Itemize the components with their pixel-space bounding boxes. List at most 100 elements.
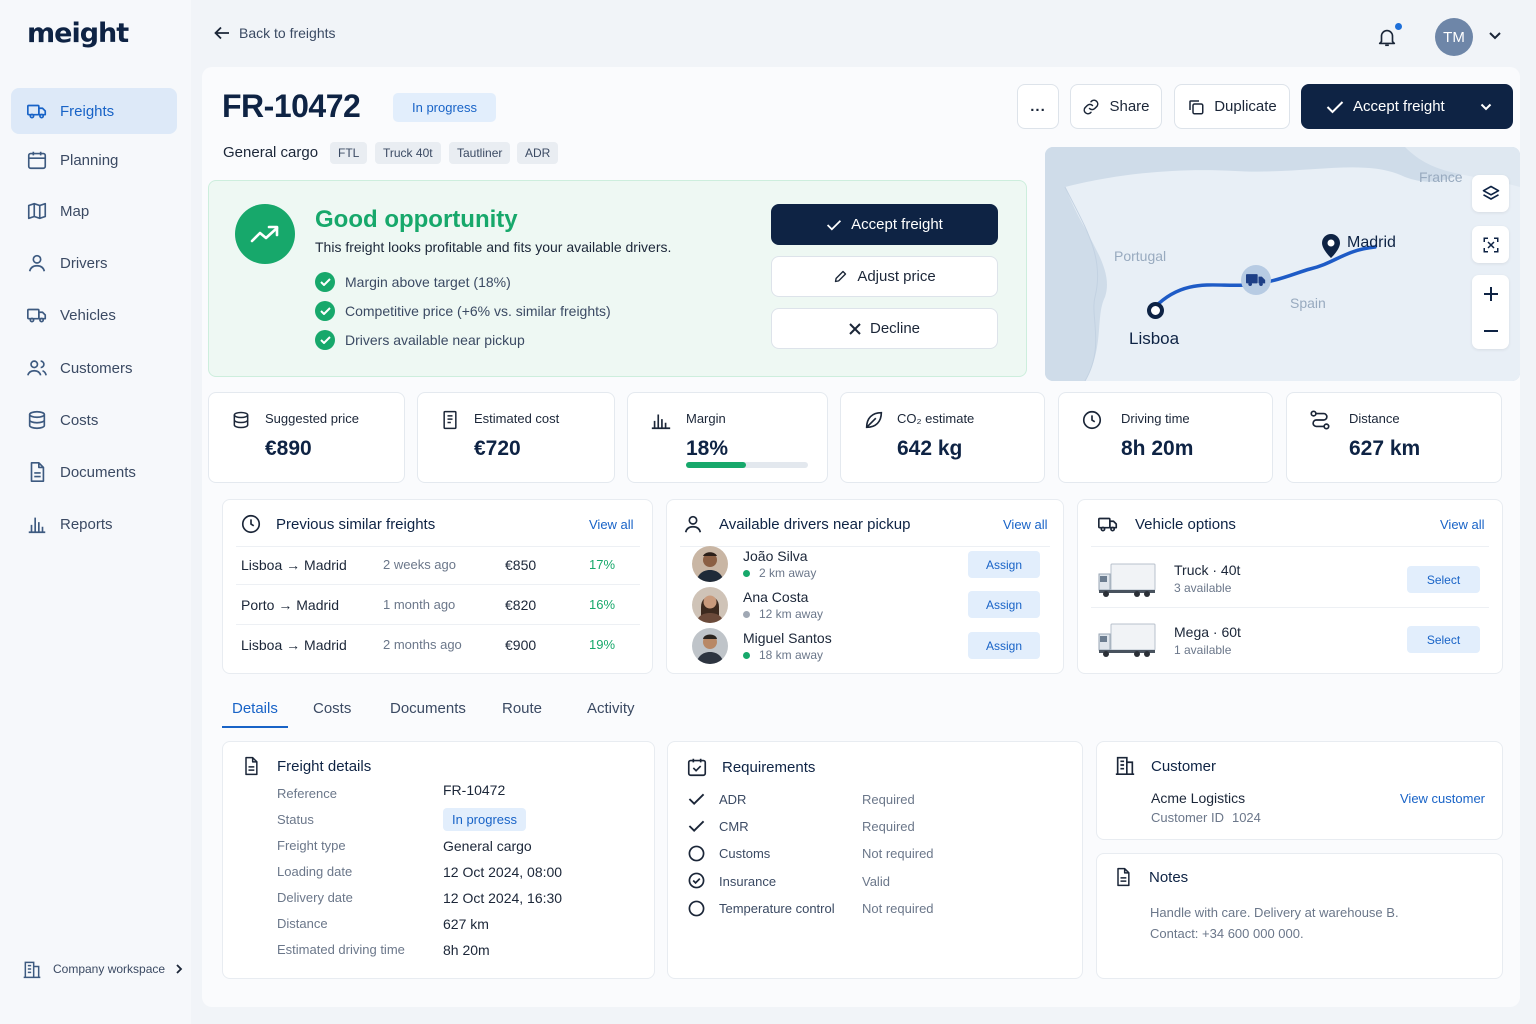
assign-button[interactable]: Assign	[968, 632, 1040, 659]
duplicate-button[interactable]: Duplicate	[1174, 84, 1290, 129]
status-dot	[743, 610, 750, 618]
customer-id-value: 1024	[1231, 810, 1261, 825]
assign-button[interactable]: Assign	[968, 551, 1040, 578]
driver-distance-text: 18 km away	[759, 648, 824, 662]
sidebar-item-documents[interactable]: Documents	[11, 449, 177, 495]
zoom-in-icon[interactable]	[1483, 275, 1498, 312]
select-vehicle-button[interactable]: Select	[1407, 566, 1480, 593]
drivers-view-all-link[interactable]: View all	[1003, 517, 1048, 532]
detail-value: FR-10472	[443, 782, 506, 798]
sidebar-item-reports[interactable]: Reports	[11, 501, 177, 547]
map-layers-button[interactable]	[1472, 175, 1509, 212]
sidebar-item-label: Documents	[60, 463, 136, 481]
share-button[interactable]: Share	[1070, 84, 1162, 129]
driver-avatar	[692, 628, 728, 664]
check-circle-icon	[688, 872, 705, 889]
vehicle-availability: 3 available	[1174, 581, 1232, 595]
arrow-left-icon	[214, 26, 230, 40]
driver-name[interactable]: Miguel Santos	[743, 630, 832, 646]
stat-value: 642 kg	[897, 437, 963, 460]
zoom-out-icon[interactable]	[1483, 312, 1498, 349]
detail-label: Freight type	[277, 838, 346, 853]
decline-button[interactable]: Decline	[771, 308, 998, 349]
tab-activity[interactable]: Activity	[587, 700, 635, 717]
notifications-button[interactable]	[1376, 25, 1398, 52]
chevron-down-icon	[1488, 31, 1502, 41]
tab-documents[interactable]: Documents	[390, 700, 466, 717]
account-menu-toggle[interactable]	[1488, 28, 1502, 44]
status-badge: In progress	[393, 93, 497, 122]
sidebar-item-vehicles[interactable]: Vehicles	[11, 292, 177, 338]
tab-details[interactable]: Details	[232, 700, 278, 717]
similar-route[interactable]: Lisboa → Madrid	[241, 557, 347, 573]
building-icon	[22, 958, 42, 980]
tab-route[interactable]: Route	[502, 700, 542, 717]
customer-name: Acme Logistics	[1151, 790, 1246, 806]
notes-line: Handle with care. Delivery at warehouse …	[1150, 905, 1399, 920]
back-to-freights-link[interactable]: Back to freights	[214, 25, 336, 41]
requirement-label: Insurance	[719, 874, 777, 889]
truck-icon	[1096, 513, 1120, 535]
sidebar-item-customers[interactable]: Customers	[11, 345, 177, 391]
stat-label: Margin	[686, 411, 726, 426]
stat-label: Distance	[1349, 411, 1400, 426]
workspace-label: Company workspace	[53, 962, 166, 976]
accept-freight-header-button[interactable]: Accept freight	[1301, 84, 1513, 129]
truck-position-marker	[1241, 265, 1271, 295]
users-icon	[26, 357, 48, 379]
cargo-type: General cargo	[223, 144, 319, 161]
bar-chart-icon	[26, 513, 48, 535]
pencil-icon	[833, 269, 848, 284]
map-fullscreen-button[interactable]	[1472, 226, 1509, 263]
stat-value: 627 km	[1349, 437, 1421, 460]
detail-value: 627 km	[443, 916, 489, 932]
route-map[interactable]: France Portugal Spain Lisboa Madrid	[1045, 147, 1520, 381]
company-workspace-link[interactable]: Company workspace	[22, 958, 183, 980]
stat-value: 8h 20m	[1121, 437, 1194, 460]
adjust-price-button[interactable]: Adjust price	[771, 256, 998, 297]
circle-icon	[688, 845, 705, 862]
tag-tautliner: Tautliner	[449, 142, 511, 164]
more-options-button[interactable]: ...	[1017, 84, 1059, 129]
stat-value: €890	[265, 437, 312, 460]
sidebar-item-label: Freights	[60, 102, 115, 120]
sidebar-item-planning[interactable]: Planning	[11, 137, 177, 183]
similar-view-all-link[interactable]: View all	[589, 517, 634, 532]
vehicles-view-all-link[interactable]: View all	[1440, 517, 1485, 532]
truck-icon	[26, 100, 48, 122]
copy-icon	[1187, 98, 1205, 116]
close-icon	[849, 322, 861, 335]
sidebar-item-drivers[interactable]: Drivers	[11, 240, 177, 286]
assign-button[interactable]: Assign	[968, 591, 1040, 618]
accept-freight-button[interactable]: Accept freight	[771, 204, 998, 245]
select-vehicle-button[interactable]: Select	[1407, 626, 1480, 653]
destination-pin-icon	[1322, 234, 1340, 258]
tab-costs[interactable]: Costs	[313, 700, 351, 717]
driver-name[interactable]: Ana Costa	[743, 589, 808, 605]
sidebar: meight Freights Planning Map Drivers Veh…	[0, 0, 191, 1024]
check-circle-icon	[315, 330, 335, 350]
app-logo[interactable]: meight	[27, 18, 129, 49]
sidebar-item-map[interactable]: Map	[11, 188, 177, 234]
sidebar-item-costs[interactable]: Costs	[11, 397, 177, 443]
check-icon	[688, 792, 705, 806]
chevron-down-icon[interactable]	[1480, 103, 1492, 111]
view-customer-link[interactable]: View customer	[1400, 791, 1485, 806]
driver-name[interactable]: João Silva	[743, 548, 808, 564]
similar-route[interactable]: Lisboa → Madrid	[241, 637, 347, 653]
detail-value: 8h 20m	[443, 942, 490, 958]
truck-image	[1097, 560, 1157, 600]
vehicle-name: Truck · 40t	[1174, 562, 1241, 578]
detail-label: Distance	[277, 916, 328, 931]
user-avatar[interactable]: TM	[1435, 18, 1473, 56]
accept-freight-label: Accept freight	[1353, 98, 1445, 115]
document-icon	[26, 461, 48, 483]
sidebar-item-freights[interactable]: Freights	[11, 88, 177, 134]
requirement-label: ADR	[719, 792, 747, 807]
stat-distance: Distance 627 km	[1286, 392, 1502, 483]
similar-route[interactable]: Porto → Madrid	[241, 597, 339, 613]
map-label-france: France	[1419, 169, 1463, 185]
status-dot	[743, 569, 750, 577]
customer-id-label: Customer ID	[1151, 810, 1224, 825]
check-circle-icon	[315, 301, 335, 321]
